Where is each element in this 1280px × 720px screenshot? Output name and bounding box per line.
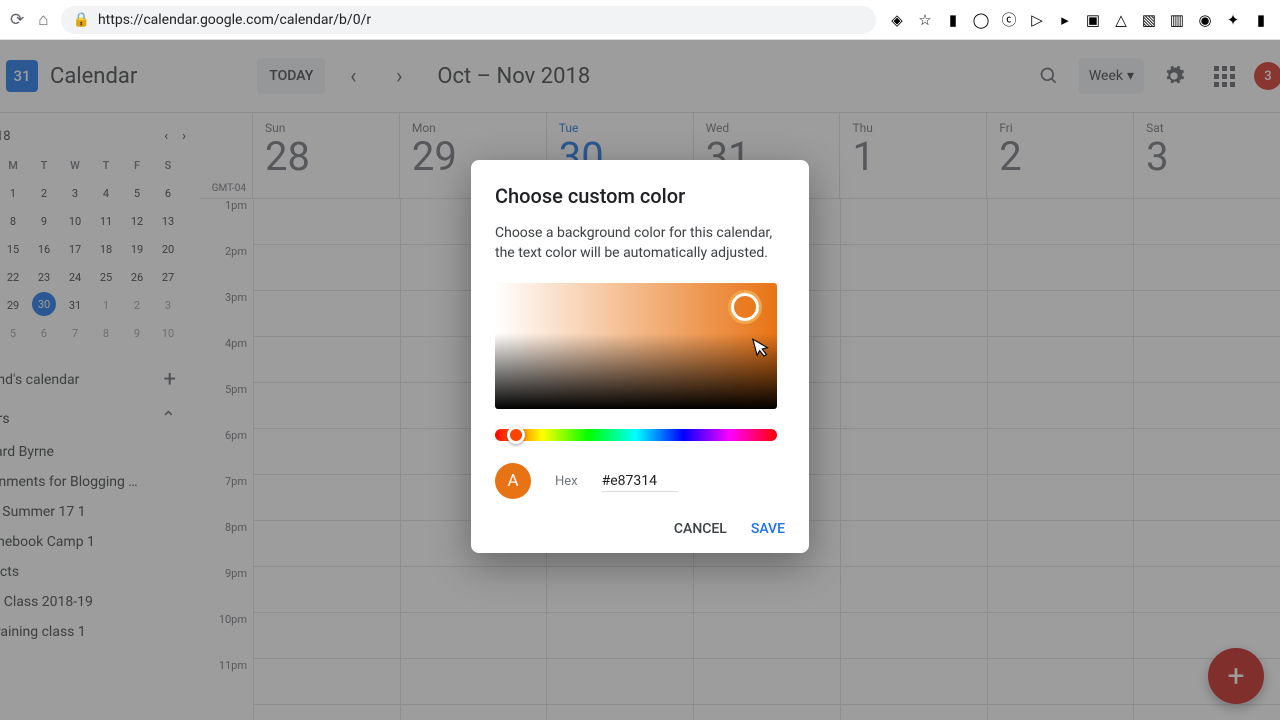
extension-icon[interactable]: ▧ — [1140, 11, 1158, 29]
lock-icon: 🔒 — [73, 12, 90, 28]
cancel-button[interactable]: CANCEL — [674, 521, 727, 537]
reload-icon[interactable]: ⟳ — [10, 10, 24, 30]
extension-icon[interactable]: ▮ — [944, 11, 962, 29]
color-picker-dialog: Choose custom color Choose a background … — [471, 160, 809, 553]
extension-icons: ◈ ☆ ▮ ◯ ⓒ ▷ ▸ ▣ △ ▧ ▥ ◉ ✦ ▮ — [888, 11, 1270, 29]
saturation-field[interactable] — [495, 283, 777, 409]
extension-icon[interactable]: ◯ — [972, 11, 990, 29]
extension-icon[interactable]: ✦ — [1224, 11, 1242, 29]
dialog-description: Choose a background color for this calen… — [495, 224, 785, 263]
extension-icon[interactable]: ▣ — [1084, 11, 1102, 29]
home-icon[interactable]: ⌂ — [38, 10, 48, 30]
saturation-handle[interactable] — [731, 293, 759, 321]
hex-label: Hex — [555, 474, 578, 489]
hue-handle[interactable] — [507, 426, 525, 444]
extension-icon[interactable]: ▸ — [1056, 11, 1074, 29]
extension-icon[interactable]: ▷ — [1028, 11, 1046, 29]
extension-icon[interactable]: ◈ — [888, 11, 906, 29]
hex-input[interactable] — [602, 471, 678, 492]
extension-icon[interactable]: ☆ — [916, 11, 934, 29]
extension-icon[interactable]: ◉ — [1196, 11, 1214, 29]
extension-icon[interactable]: ▮ — [1252, 11, 1270, 29]
extension-icon[interactable]: ▥ — [1168, 11, 1186, 29]
dialog-title: Choose custom color — [495, 184, 785, 208]
address-bar[interactable]: 🔒 https://calendar.google.com/calendar/b… — [61, 6, 876, 34]
color-preview-swatch: A — [495, 463, 531, 499]
browser-toolbar: ⟳ ⌂ 🔒 https://calendar.google.com/calend… — [0, 0, 1280, 40]
extension-icon[interactable]: △ — [1112, 11, 1130, 29]
url-text: https://calendar.google.com/calendar/b/0… — [98, 12, 371, 28]
hue-slider[interactable] — [495, 429, 777, 441]
save-button[interactable]: SAVE — [751, 521, 785, 537]
extension-icon[interactable]: ⓒ — [1000, 11, 1018, 29]
